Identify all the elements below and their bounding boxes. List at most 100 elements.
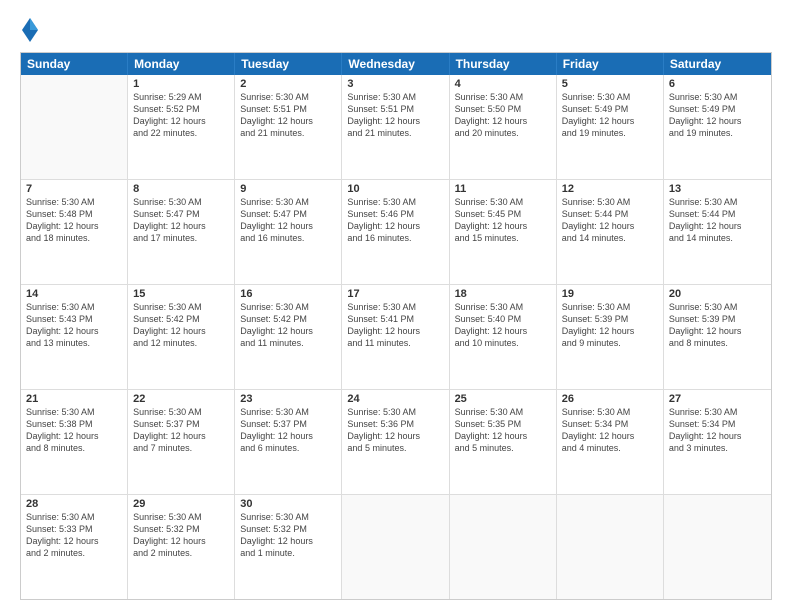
day-number: 28 — [26, 498, 122, 510]
day-cell-12: 12Sunrise: 5:30 AM Sunset: 5:44 PM Dayli… — [557, 180, 664, 284]
day-number: 25 — [455, 393, 551, 405]
day-info: Sunrise: 5:30 AM Sunset: 5:32 PM Dayligh… — [240, 511, 336, 560]
day-info: Sunrise: 5:30 AM Sunset: 5:48 PM Dayligh… — [26, 196, 122, 245]
header-day-monday: Monday — [128, 53, 235, 75]
calendar-header: SundayMondayTuesdayWednesdayThursdayFrid… — [21, 53, 771, 75]
day-info: Sunrise: 5:30 AM Sunset: 5:49 PM Dayligh… — [562, 91, 658, 140]
day-info: Sunrise: 5:30 AM Sunset: 5:39 PM Dayligh… — [669, 301, 766, 350]
day-cell-17: 17Sunrise: 5:30 AM Sunset: 5:41 PM Dayli… — [342, 285, 449, 389]
day-cell-28: 28Sunrise: 5:30 AM Sunset: 5:33 PM Dayli… — [21, 495, 128, 599]
day-cell-5: 5Sunrise: 5:30 AM Sunset: 5:49 PM Daylig… — [557, 75, 664, 179]
day-info: Sunrise: 5:30 AM Sunset: 5:44 PM Dayligh… — [669, 196, 766, 245]
calendar: SundayMondayTuesdayWednesdayThursdayFrid… — [20, 52, 772, 600]
day-number: 14 — [26, 288, 122, 300]
day-cell-6: 6Sunrise: 5:30 AM Sunset: 5:49 PM Daylig… — [664, 75, 771, 179]
day-number: 21 — [26, 393, 122, 405]
day-cell-23: 23Sunrise: 5:30 AM Sunset: 5:37 PM Dayli… — [235, 390, 342, 494]
day-number: 15 — [133, 288, 229, 300]
header-day-friday: Friday — [557, 53, 664, 75]
day-number: 16 — [240, 288, 336, 300]
day-info: Sunrise: 5:30 AM Sunset: 5:35 PM Dayligh… — [455, 406, 551, 455]
day-cell-15: 15Sunrise: 5:30 AM Sunset: 5:42 PM Dayli… — [128, 285, 235, 389]
day-number: 17 — [347, 288, 443, 300]
day-cell-24: 24Sunrise: 5:30 AM Sunset: 5:36 PM Dayli… — [342, 390, 449, 494]
page: SundayMondayTuesdayWednesdayThursdayFrid… — [0, 0, 792, 612]
day-cell-30: 30Sunrise: 5:30 AM Sunset: 5:32 PM Dayli… — [235, 495, 342, 599]
day-number: 27 — [669, 393, 766, 405]
day-number: 30 — [240, 498, 336, 510]
day-number: 1 — [133, 78, 229, 90]
day-info: Sunrise: 5:30 AM Sunset: 5:36 PM Dayligh… — [347, 406, 443, 455]
day-info: Sunrise: 5:30 AM Sunset: 5:42 PM Dayligh… — [240, 301, 336, 350]
day-number: 2 — [240, 78, 336, 90]
day-info: Sunrise: 5:30 AM Sunset: 5:43 PM Dayligh… — [26, 301, 122, 350]
day-info: Sunrise: 5:30 AM Sunset: 5:38 PM Dayligh… — [26, 406, 122, 455]
day-number: 11 — [455, 183, 551, 195]
day-info: Sunrise: 5:30 AM Sunset: 5:51 PM Dayligh… — [240, 91, 336, 140]
day-info: Sunrise: 5:30 AM Sunset: 5:50 PM Dayligh… — [455, 91, 551, 140]
day-cell-3: 3Sunrise: 5:30 AM Sunset: 5:51 PM Daylig… — [342, 75, 449, 179]
day-info: Sunrise: 5:30 AM Sunset: 5:32 PM Dayligh… — [133, 511, 229, 560]
day-cell-13: 13Sunrise: 5:30 AM Sunset: 5:44 PM Dayli… — [664, 180, 771, 284]
day-info: Sunrise: 5:30 AM Sunset: 5:45 PM Dayligh… — [455, 196, 551, 245]
empty-cell — [342, 495, 449, 599]
day-number: 18 — [455, 288, 551, 300]
day-cell-14: 14Sunrise: 5:30 AM Sunset: 5:43 PM Dayli… — [21, 285, 128, 389]
day-cell-25: 25Sunrise: 5:30 AM Sunset: 5:35 PM Dayli… — [450, 390, 557, 494]
header-day-wednesday: Wednesday — [342, 53, 449, 75]
day-info: Sunrise: 5:30 AM Sunset: 5:51 PM Dayligh… — [347, 91, 443, 140]
day-number: 22 — [133, 393, 229, 405]
day-info: Sunrise: 5:30 AM Sunset: 5:37 PM Dayligh… — [133, 406, 229, 455]
day-number: 20 — [669, 288, 766, 300]
day-info: Sunrise: 5:30 AM Sunset: 5:34 PM Dayligh… — [669, 406, 766, 455]
day-info: Sunrise: 5:30 AM Sunset: 5:33 PM Dayligh… — [26, 511, 122, 560]
day-cell-9: 9Sunrise: 5:30 AM Sunset: 5:47 PM Daylig… — [235, 180, 342, 284]
day-number: 23 — [240, 393, 336, 405]
logo-icon — [20, 16, 40, 44]
day-info: Sunrise: 5:30 AM Sunset: 5:39 PM Dayligh… — [562, 301, 658, 350]
week-row-3: 14Sunrise: 5:30 AM Sunset: 5:43 PM Dayli… — [21, 285, 771, 390]
day-cell-18: 18Sunrise: 5:30 AM Sunset: 5:40 PM Dayli… — [450, 285, 557, 389]
header — [20, 16, 772, 44]
day-cell-11: 11Sunrise: 5:30 AM Sunset: 5:45 PM Dayli… — [450, 180, 557, 284]
day-cell-1: 1Sunrise: 5:29 AM Sunset: 5:52 PM Daylig… — [128, 75, 235, 179]
day-cell-16: 16Sunrise: 5:30 AM Sunset: 5:42 PM Dayli… — [235, 285, 342, 389]
empty-cell — [664, 495, 771, 599]
day-cell-4: 4Sunrise: 5:30 AM Sunset: 5:50 PM Daylig… — [450, 75, 557, 179]
calendar-body: 1Sunrise: 5:29 AM Sunset: 5:52 PM Daylig… — [21, 75, 771, 599]
empty-cell — [21, 75, 128, 179]
day-cell-22: 22Sunrise: 5:30 AM Sunset: 5:37 PM Dayli… — [128, 390, 235, 494]
week-row-5: 28Sunrise: 5:30 AM Sunset: 5:33 PM Dayli… — [21, 495, 771, 599]
day-cell-26: 26Sunrise: 5:30 AM Sunset: 5:34 PM Dayli… — [557, 390, 664, 494]
day-cell-2: 2Sunrise: 5:30 AM Sunset: 5:51 PM Daylig… — [235, 75, 342, 179]
day-cell-19: 19Sunrise: 5:30 AM Sunset: 5:39 PM Dayli… — [557, 285, 664, 389]
day-info: Sunrise: 5:30 AM Sunset: 5:40 PM Dayligh… — [455, 301, 551, 350]
day-info: Sunrise: 5:30 AM Sunset: 5:34 PM Dayligh… — [562, 406, 658, 455]
header-day-thursday: Thursday — [450, 53, 557, 75]
day-info: Sunrise: 5:30 AM Sunset: 5:44 PM Dayligh… — [562, 196, 658, 245]
day-number: 19 — [562, 288, 658, 300]
day-info: Sunrise: 5:29 AM Sunset: 5:52 PM Dayligh… — [133, 91, 229, 140]
day-number: 9 — [240, 183, 336, 195]
day-info: Sunrise: 5:30 AM Sunset: 5:42 PM Dayligh… — [133, 301, 229, 350]
day-cell-7: 7Sunrise: 5:30 AM Sunset: 5:48 PM Daylig… — [21, 180, 128, 284]
day-number: 10 — [347, 183, 443, 195]
day-number: 12 — [562, 183, 658, 195]
week-row-2: 7Sunrise: 5:30 AM Sunset: 5:48 PM Daylig… — [21, 180, 771, 285]
day-info: Sunrise: 5:30 AM Sunset: 5:47 PM Dayligh… — [240, 196, 336, 245]
day-number: 24 — [347, 393, 443, 405]
day-cell-21: 21Sunrise: 5:30 AM Sunset: 5:38 PM Dayli… — [21, 390, 128, 494]
day-cell-20: 20Sunrise: 5:30 AM Sunset: 5:39 PM Dayli… — [664, 285, 771, 389]
day-number: 4 — [455, 78, 551, 90]
header-day-tuesday: Tuesday — [235, 53, 342, 75]
day-number: 29 — [133, 498, 229, 510]
header-day-saturday: Saturday — [664, 53, 771, 75]
day-info: Sunrise: 5:30 AM Sunset: 5:49 PM Dayligh… — [669, 91, 766, 140]
day-info: Sunrise: 5:30 AM Sunset: 5:47 PM Dayligh… — [133, 196, 229, 245]
day-cell-27: 27Sunrise: 5:30 AM Sunset: 5:34 PM Dayli… — [664, 390, 771, 494]
day-cell-8: 8Sunrise: 5:30 AM Sunset: 5:47 PM Daylig… — [128, 180, 235, 284]
day-info: Sunrise: 5:30 AM Sunset: 5:37 PM Dayligh… — [240, 406, 336, 455]
day-cell-29: 29Sunrise: 5:30 AM Sunset: 5:32 PM Dayli… — [128, 495, 235, 599]
day-number: 5 — [562, 78, 658, 90]
empty-cell — [557, 495, 664, 599]
